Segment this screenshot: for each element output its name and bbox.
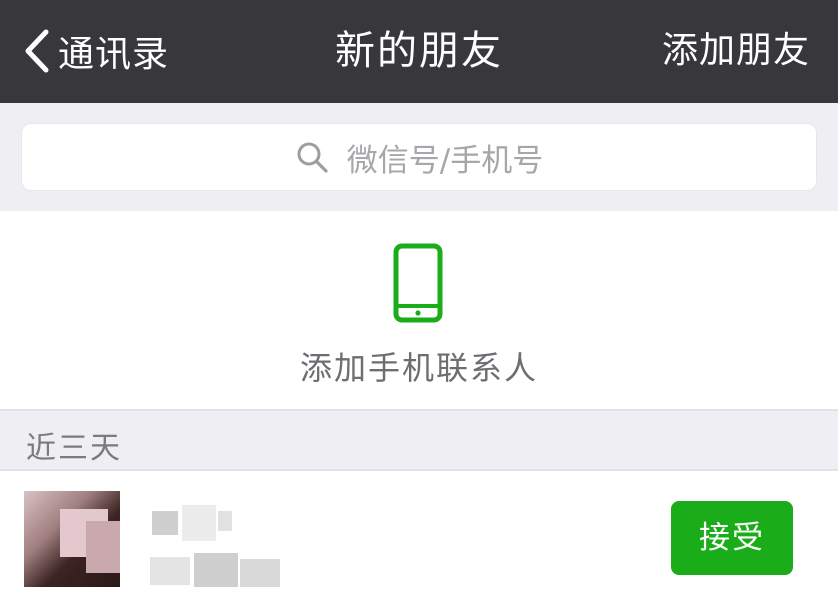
search-placeholder: 微信号/手机号 [346,142,544,179]
search-input[interactable]: 微信号/手机号 [21,123,817,191]
avatar[interactable] [24,491,120,587]
friend-request-row[interactable]: 接受 [0,471,838,608]
mobile-phone-icon [393,243,443,323]
add-friends-button[interactable]: 添加朋友 [662,22,810,80]
accept-button[interactable]: 接受 [671,501,793,575]
add-phone-contacts-button[interactable]: 添加手机联系人 [0,211,838,409]
search-bar-container: 微信号/手机号 [0,103,838,211]
add-phone-contacts-label: 添加手机联系人 [299,349,538,387]
navigation-bar: 通讯录 新的朋友 添加朋友 [0,0,838,103]
section-header: 近三天 [0,409,838,471]
section-label-recent: 近三天 [26,431,122,466]
search-icon [297,142,328,173]
